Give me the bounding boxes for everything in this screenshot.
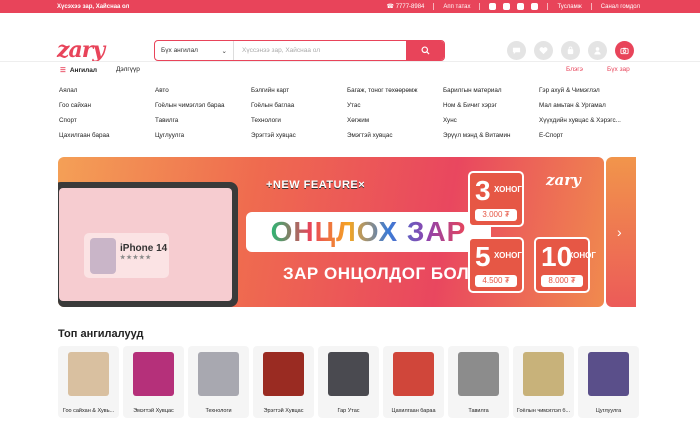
category-link[interactable]: Гэр ахуй & Чимэглэл — [539, 87, 649, 96]
category-image — [588, 352, 629, 396]
category-grid: Аялал Авто Бэлгийн карт Багаж, тоног төхөөр… — [59, 87, 659, 141]
blog-link[interactable]: Блэгэ — [566, 66, 583, 73]
category-image — [198, 352, 239, 396]
twitter-icon[interactable] — [517, 3, 525, 10]
category-link[interactable]: Цуглуулга — [155, 132, 251, 141]
top-category-tile[interactable]: Эрэгтэй Хувцас — [253, 346, 314, 418]
tagline: Хүсэхээ зар, Хайснаа ол — [57, 3, 130, 10]
category-label: Гар Утас — [337, 408, 360, 414]
category-link[interactable]: Аялал — [59, 87, 155, 96]
category-image — [458, 352, 499, 396]
category-link[interactable]: Тавилга — [155, 117, 251, 126]
iphone-card: iPhone 14 ★★★★★ — [84, 233, 169, 278]
category-link[interactable]: Гоёлын баглаа — [251, 102, 347, 111]
top-category-tile[interactable]: Гоёлын чимэглэл б... — [513, 346, 574, 418]
category-link[interactable]: Мал амьтан & Ургамал — [539, 102, 649, 111]
heart-icon[interactable] — [534, 41, 553, 60]
promo-banner[interactable]: iPhone 14 ★★★★★ +NEW FEATURE× ОНЦЛОХ ЗАР … — [58, 157, 604, 307]
top-bar: Хүсэхээ зар, Хайснаа ол ☎ 7777-8984 Апп … — [0, 0, 700, 13]
search-input[interactable] — [234, 41, 406, 60]
chat-icon[interactable] — [507, 41, 526, 60]
app-download-link[interactable]: Апп татах — [443, 4, 470, 10]
facebook-icon[interactable] — [489, 3, 497, 10]
category-link[interactable]: Утас — [347, 102, 443, 111]
category-link[interactable]: Эрэгтэй хувцас — [251, 132, 347, 141]
nav-bar: ☰ Ангилал Дэлгүүр Блэгэ Бүх зар — [0, 61, 700, 77]
new-feature-label: +NEW FEATURE× — [266, 179, 366, 191]
category-label: Эрэгтэй Хувцас — [263, 408, 304, 414]
category-link[interactable]: Хүүхдийн хувцас & Хэрэгс... — [539, 117, 649, 126]
top-categories: Гоо сайхан & Хувь... Эмэгтэй Хувцас Технол… — [58, 346, 639, 418]
category-link[interactable]: Барилгын материал — [443, 87, 539, 96]
logo[interactable]: zary — [57, 37, 105, 63]
category-label: Гоо сайхан & Хувь... — [62, 408, 115, 414]
hamburger-icon: ☰ — [60, 67, 66, 74]
user-icon[interactable] — [588, 41, 607, 60]
category-link[interactable]: Гоо сайхан — [59, 102, 155, 111]
top-categories-title: Топ ангилалууд — [58, 328, 144, 340]
shop-link[interactable]: Дэлгүүр — [116, 66, 140, 73]
category-image — [68, 352, 109, 396]
search-button[interactable] — [406, 41, 444, 60]
category-link[interactable]: Технологи — [251, 117, 347, 126]
category-label: Гоёлын чимэглэл б... — [516, 408, 571, 414]
chevron-right-icon[interactable]: › — [617, 224, 622, 240]
search-icon — [420, 46, 430, 55]
category-link[interactable]: Хунс — [443, 117, 539, 126]
category-link[interactable]: Багаж, тоног төхөөрөмж — [347, 87, 443, 96]
category-link[interactable]: Эрүүл мэнд & Витамин — [443, 132, 539, 141]
category-link[interactable]: Бэлгийн карт — [251, 87, 347, 96]
top-category-tile[interactable]: Цахилгаан бараа — [383, 346, 444, 418]
category-link[interactable]: Хөгжим — [347, 117, 443, 126]
search-bar: Бүх ангилал ⌄ — [154, 40, 445, 61]
top-category-tile[interactable]: Эмэгтэй Хувцас — [123, 346, 184, 418]
category-link[interactable]: Авто — [155, 87, 251, 96]
category-label: Цахилгаан бараа — [391, 408, 436, 414]
category-link[interactable]: E-Спорт — [539, 132, 649, 141]
top-category-tile[interactable]: Гар Утас — [318, 346, 379, 418]
help-link[interactable]: Тусламж — [557, 4, 581, 10]
chevron-down-icon: ⌄ — [221, 47, 227, 55]
all-ads-link[interactable]: Бүх зар — [607, 66, 630, 73]
category-link[interactable]: Спорт — [59, 117, 155, 126]
header: zary Бүх ангилал ⌄ — [0, 13, 700, 63]
category-link[interactable]: Эмэгтэй хувцас — [347, 132, 443, 141]
top-category-tile[interactable]: Гоо сайхан & Хувь... — [58, 346, 119, 418]
bag-icon[interactable] — [561, 41, 580, 60]
banner-logo: zary — [546, 171, 581, 189]
category-link[interactable]: Ном & Бичиг хэрэг — [443, 102, 539, 111]
category-link[interactable]: Цахилгаан бараа — [59, 132, 155, 141]
feedback-link[interactable]: Санал гомдол — [601, 4, 640, 10]
package-5: 5 ХОНОГ 4.500 ₮ — [468, 237, 524, 293]
linkedin-icon[interactable] — [531, 3, 539, 10]
top-category-tile[interactable]: Тавилга — [448, 346, 509, 418]
category-link[interactable]: Гоёлын чимэглэл бараа — [155, 102, 251, 111]
category-label: Цуглуулга — [595, 408, 622, 414]
category-image — [263, 352, 304, 396]
package-3: 3 ХОНОГ 3.000 ₮ — [468, 171, 524, 227]
camera-icon[interactable] — [615, 41, 634, 60]
category-select[interactable]: Бүх ангилал ⌄ — [155, 41, 234, 60]
category-image — [133, 352, 174, 396]
category-label: Эмэгтэй Хувцас — [133, 408, 174, 414]
categories-menu[interactable]: ☰ Ангилал — [60, 66, 97, 75]
banner-title: ОНЦЛОХ ЗАР — [246, 212, 491, 252]
top-category-tile[interactable]: Технологи — [188, 346, 249, 418]
package-10: 10 ХОНОГ 8.000 ₮ — [534, 237, 596, 293]
category-image — [328, 352, 369, 396]
category-label: Технологи — [205, 408, 232, 414]
top-category-tile[interactable]: Цуглуулга — [578, 346, 639, 418]
category-label: Тавилга — [468, 408, 489, 414]
social-links — [489, 3, 539, 10]
phone-link[interactable]: ☎ 7777-8984 — [387, 3, 425, 11]
category-image — [393, 352, 434, 396]
instagram-icon[interactable] — [503, 3, 511, 10]
laptop-illustration: iPhone 14 ★★★★★ — [58, 182, 238, 307]
category-image — [523, 352, 564, 396]
